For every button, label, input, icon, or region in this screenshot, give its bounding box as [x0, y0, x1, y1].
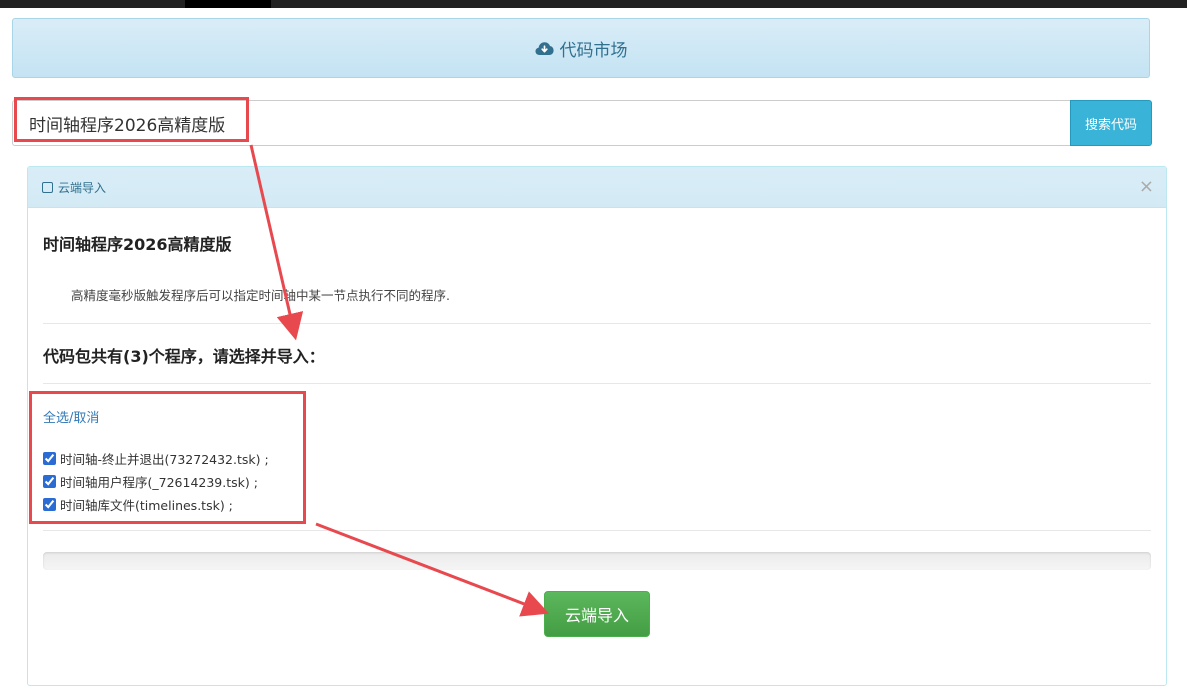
divider: [43, 383, 1151, 384]
cloud-download-icon: [535, 41, 554, 56]
search-input[interactable]: [12, 100, 1070, 146]
square-icon: [42, 181, 53, 193]
close-icon[interactable]: ×: [1139, 178, 1154, 196]
file-checkbox[interactable]: [43, 498, 56, 511]
cloud-import-panel: 云端导入 × 时间轴程序2026高精度版 高精度毫秒版触发程序后可以指定时间轴中…: [27, 166, 1167, 686]
file-item: 时间轴库文件(timelines.tsk) ;: [43, 493, 269, 516]
select-all-link[interactable]: 全选/取消: [43, 407, 99, 426]
market-title: 代码市场: [559, 40, 628, 61]
market-header: 代码市场: [12, 18, 1150, 78]
file-list: 时间轴-终止并退出(73272432.tsk) ; 时间轴用户程序(_72614…: [43, 447, 269, 516]
import-progress-bar: [43, 552, 1151, 570]
package-description: 高精度毫秒版触发程序后可以指定时间轴中某一节点执行不同的程序.: [71, 288, 450, 303]
cloud-import-button[interactable]: 云端导入: [544, 591, 650, 637]
file-label: 时间轴用户程序(_72614239.tsk) ;: [60, 475, 258, 490]
choose-prompt: 代码包共有(3)个程序，请选择并导入：: [43, 347, 325, 366]
search-bar: 搜索代码: [12, 100, 1152, 146]
file-label: 时间轴-终止并退出(73272432.tsk) ;: [60, 452, 269, 467]
file-item: 时间轴-终止并退出(73272432.tsk) ;: [43, 447, 269, 470]
package-title: 时间轴程序2026高精度版: [43, 235, 232, 254]
active-tab[interactable]: [185, 0, 271, 8]
panel-heading-title: 云端导入: [58, 180, 107, 195]
file-checkbox[interactable]: [43, 475, 56, 488]
divider: [43, 530, 1151, 531]
search-code-button[interactable]: 搜索代码: [1070, 100, 1152, 146]
browser-top-bar: [0, 0, 1187, 8]
panel-heading: 云端导入 ×: [28, 167, 1166, 208]
file-item: 时间轴用户程序(_72614239.tsk) ;: [43, 470, 269, 493]
file-label: 时间轴库文件(timelines.tsk) ;: [60, 498, 233, 513]
divider: [43, 323, 1151, 324]
file-checkbox[interactable]: [43, 452, 56, 465]
